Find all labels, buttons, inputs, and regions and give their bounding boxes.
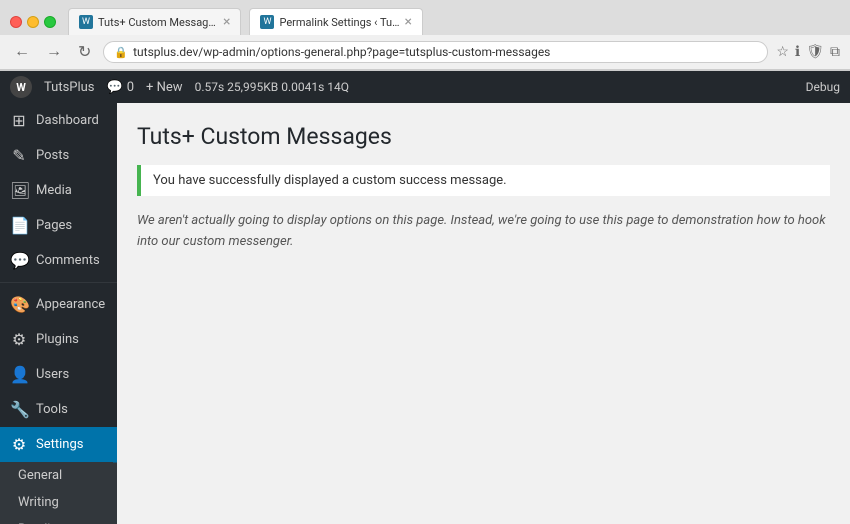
submenu-reading[interactable]: Reading: [0, 516, 117, 524]
sidebar-label-comments: Comments: [36, 253, 100, 268]
traffic-lights: [10, 16, 56, 28]
extension-icon[interactable]: ⧉: [830, 44, 840, 60]
tab-label-1: Tuts+ Custom Messages ‹ Tut…: [98, 16, 218, 29]
sidebar: ⊞ Dashboard ✎ Posts 🖼 Media 📄 Pages 💬: [0, 103, 117, 524]
tab-favicon-1: W: [79, 15, 93, 29]
stats-text: 0.57s 25,995KB 0.0041s 14Q: [195, 80, 349, 94]
submenu-general[interactable]: General: [0, 462, 117, 489]
sidebar-item-plugins[interactable]: ⚙ Plugins: [0, 322, 117, 357]
bookmark-icon[interactable]: ☆: [776, 44, 789, 60]
sidebar-label-pages: Pages: [36, 218, 72, 233]
success-notice: You have successfully displayed a custom…: [137, 165, 830, 196]
sidebar-item-tools[interactable]: 🔧 Tools: [0, 392, 117, 427]
comments-nav-icon: 💬: [10, 251, 28, 270]
comments-count: 0: [127, 80, 134, 95]
wp-admin: W TutsPlus 💬 0 + New 0.57s 25,995KB 0.00…: [0, 71, 850, 524]
sidebar-label-appearance: Appearance: [36, 297, 105, 312]
posts-icon: ✎: [10, 146, 28, 165]
debug-label: Debug: [806, 80, 840, 94]
notice-text: You have successfully displayed a custom…: [153, 173, 818, 188]
reload-button[interactable]: ↻: [74, 40, 95, 64]
appearance-icon: 🎨: [10, 295, 28, 314]
tab-favicon-2: W: [260, 15, 274, 29]
sidebar-menu: ⊞ Dashboard ✎ Posts 🖼 Media 📄 Pages 💬: [0, 103, 117, 524]
admin-bar-stats: 0.57s 25,995KB 0.0041s 14Q: [195, 80, 349, 94]
sidebar-label-settings: Settings: [36, 437, 83, 452]
sidebar-item-media[interactable]: 🖼 Media: [0, 173, 117, 208]
submenu-writing[interactable]: Writing: [0, 489, 117, 516]
sidebar-label-dashboard: Dashboard: [36, 113, 99, 128]
plugins-icon: ⚙: [10, 330, 28, 349]
browser-tab-1[interactable]: W Tuts+ Custom Messages ‹ Tut… ×: [68, 8, 241, 35]
sidebar-label-media: Media: [36, 183, 72, 198]
wp-logo[interactable]: W: [10, 76, 32, 98]
tab-label-2: Permalink Settings ‹ TutsPlus…: [279, 16, 399, 29]
sidebar-item-settings[interactable]: ⚙ Settings: [0, 427, 117, 462]
sidebar-item-users[interactable]: 👤 Users: [0, 357, 117, 392]
sidebar-item-dashboard[interactable]: ⊞ Dashboard: [0, 103, 117, 138]
new-label: + New: [146, 80, 183, 95]
tab-close-1[interactable]: ×: [223, 14, 230, 30]
minimize-button[interactable]: [27, 16, 39, 28]
tab-close-2[interactable]: ×: [404, 14, 411, 30]
tools-icon: 🔧: [10, 400, 28, 419]
address-bar[interactable]: 🔒 tutsplus.dev/wp-admin/options-general.…: [103, 41, 768, 63]
browser-titlebar: W Tuts+ Custom Messages ‹ Tut… × W Perma…: [0, 0, 850, 35]
info-icon[interactable]: ℹ: [795, 44, 800, 60]
forward-button[interactable]: →: [42, 41, 66, 63]
comments-link[interactable]: 💬 0: [107, 80, 135, 95]
sidebar-label-plugins: Plugins: [36, 332, 79, 347]
content-area: Tuts+ Custom Messages You have successfu…: [117, 103, 850, 524]
sidebar-item-posts[interactable]: ✎ Posts: [0, 138, 117, 173]
browser-chrome: W Tuts+ Custom Messages ‹ Tut… × W Perma…: [0, 0, 850, 71]
admin-bar: W TutsPlus 💬 0 + New 0.57s 25,995KB 0.00…: [0, 71, 850, 103]
dashboard-icon: ⊞: [10, 111, 28, 130]
sidebar-label-tools: Tools: [36, 402, 68, 417]
page-title: Tuts+ Custom Messages: [137, 123, 830, 150]
sidebar-item-comments[interactable]: 💬 Comments: [0, 243, 117, 278]
sidebar-divider-1: [0, 282, 117, 283]
site-name[interactable]: TutsPlus: [44, 80, 95, 95]
sidebar-item-pages[interactable]: 📄 Pages: [0, 208, 117, 243]
close-button[interactable]: [10, 16, 22, 28]
browser-tab-2[interactable]: W Permalink Settings ‹ TutsPlus… ×: [249, 8, 422, 35]
address-text: tutsplus.dev/wp-admin/options-general.ph…: [133, 45, 757, 59]
new-content-button[interactable]: + New: [146, 80, 183, 95]
pages-icon: 📄: [10, 216, 28, 235]
active-indicator: [113, 427, 117, 462]
page-description: We aren't actually going to display opti…: [137, 211, 830, 253]
wp-main: ⊞ Dashboard ✎ Posts 🖼 Media 📄 Pages 💬: [0, 103, 850, 524]
sidebar-label-posts: Posts: [36, 148, 69, 163]
settings-icon: ⚙: [10, 435, 28, 454]
maximize-button[interactable]: [44, 16, 56, 28]
media-icon: 🖼: [10, 181, 28, 200]
browser-icons: ☆ ℹ 🛡 ⧉: [776, 44, 840, 60]
back-button[interactable]: ←: [10, 41, 34, 63]
settings-submenu: General Writing Reading Discussion Media…: [0, 462, 117, 524]
sidebar-item-appearance[interactable]: 🎨 Appearance: [0, 287, 117, 322]
browser-toolbar: ← → ↻ 🔒 tutsplus.dev/wp-admin/options-ge…: [0, 35, 850, 70]
users-icon: 👤: [10, 365, 28, 384]
shield-icon[interactable]: 🛡: [806, 44, 824, 60]
sidebar-label-users: Users: [36, 367, 69, 382]
comments-icon: 💬: [107, 80, 123, 95]
